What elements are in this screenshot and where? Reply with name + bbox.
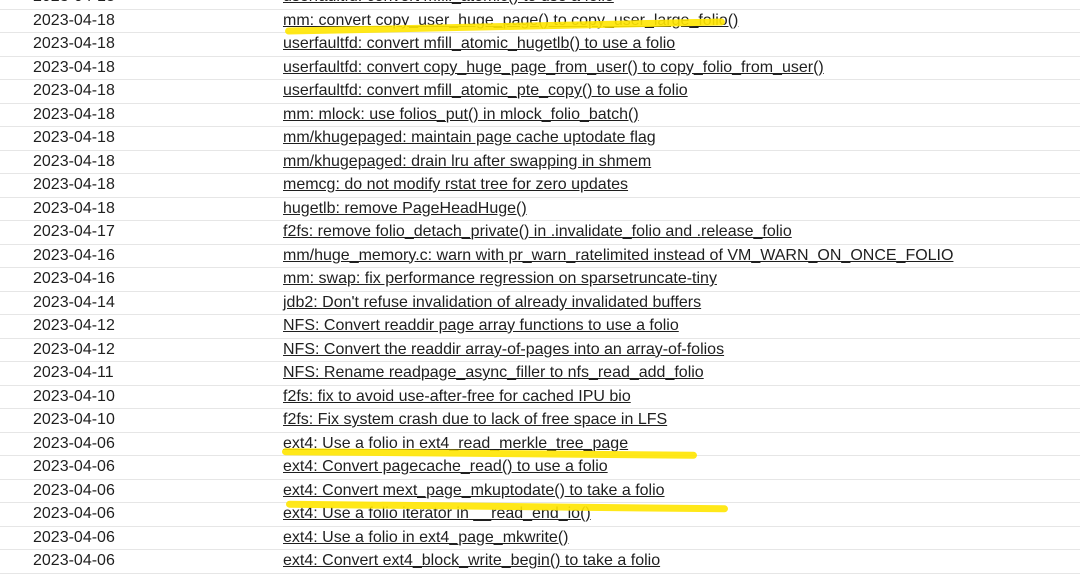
commit-date: 2023-04-18 bbox=[33, 152, 115, 170]
commit-row: 2023-04-06 ext4: Use a folio in ext4_read… bbox=[0, 433, 1080, 456]
commit-subject-link[interactable]: f2fs: remove folio_detach_private() in .… bbox=[283, 223, 792, 241]
commit-subject-link[interactable]: memcg: do not modify rstat tree for zero… bbox=[283, 176, 628, 194]
commit-date: 2023-04-18 bbox=[33, 82, 115, 99]
commit-date: 2023-04-14 bbox=[33, 293, 115, 311]
commit-subject-link[interactable]: mm: swap: fix performance regression on … bbox=[283, 270, 717, 288]
commit-subject-link[interactable]: ext4: Use a folio in ext4_read_merkle_tr… bbox=[283, 435, 628, 453]
commit-row: 2023-04-18 userfaultfd: convert mfill_ato… bbox=[0, 80, 1080, 104]
commit-date: 2023-04-06 bbox=[33, 458, 115, 475]
commit-date: 2023-04-18 bbox=[33, 105, 115, 123]
commit-date: 2023-04-10 bbox=[33, 387, 115, 405]
commit-row: 2023-04-18 userfaultfd: convert mfill_ato… bbox=[0, 0, 1080, 10]
commit-row: 2023-04-10 f2fs: fix to avoid use-after-f… bbox=[0, 386, 1080, 409]
commit-log-table: 2023-04-18 userfaultfd: convert mfill_ato… bbox=[0, 0, 1080, 574]
commit-date: 2023-04-16 bbox=[33, 246, 115, 264]
commit-row: 2023-04-06 ext4: Use a folio in ext4_page… bbox=[0, 527, 1080, 550]
commit-row: 2023-04-12 NFS: Convert readdir page arra… bbox=[0, 315, 1080, 339]
commit-subject-link[interactable]: NFS: Rename readpage_async_filler to nfs… bbox=[283, 364, 704, 382]
commit-row: 2023-04-10 f2fs: Fix system crash due to … bbox=[0, 409, 1080, 433]
commit-date: 2023-04-06 bbox=[33, 434, 115, 452]
commit-date: 2023-04-17 bbox=[33, 223, 115, 240]
commit-row: 2023-04-11 NFS: Rename readpage_async_fil… bbox=[0, 362, 1080, 386]
commit-date: 2023-04-18 bbox=[33, 176, 115, 193]
commit-subject-link[interactable]: userfaultfd: convert mfill_atomic() to u… bbox=[283, 0, 614, 6]
commit-date: 2023-04-16 bbox=[33, 270, 115, 287]
commit-row: 2023-04-18 hugetlb: remove PageHeadHuge() bbox=[0, 198, 1080, 221]
commit-date: 2023-04-11 bbox=[33, 364, 114, 381]
commit-row: 2023-04-16 mm: swap: fix performance regr… bbox=[0, 268, 1080, 292]
commit-date: 2023-04-06 bbox=[33, 481, 115, 499]
commit-subject-link[interactable]: NFS: Convert the readdir array-of-pages … bbox=[283, 341, 724, 359]
commit-subject-link[interactable]: userfaultfd: convert mfill_atomic_pte_co… bbox=[283, 82, 688, 100]
commit-subject-link[interactable]: mm: convert copy_user_huge_page() to cop… bbox=[283, 12, 738, 30]
commit-date: 2023-04-06 bbox=[33, 552, 115, 569]
commit-subject-link[interactable]: mm/khugepaged: drain lru after swapping … bbox=[283, 153, 651, 171]
commit-subject-link[interactable]: f2fs: fix to avoid use-after-free for ca… bbox=[283, 388, 631, 406]
commit-subject-link[interactable]: hugetlb: remove PageHeadHuge() bbox=[283, 200, 527, 218]
commit-subject-link[interactable]: NFS: Convert readdir page array function… bbox=[283, 317, 679, 335]
commit-row: 2023-04-18 memcg: do not modify rstat tre… bbox=[0, 174, 1080, 198]
commit-date: 2023-04-06 bbox=[33, 528, 115, 546]
commit-subject-link[interactable]: userfaultfd: convert copy_huge_page_from… bbox=[283, 59, 824, 77]
commit-date: 2023-04-06 bbox=[33, 505, 115, 522]
commit-date: 2023-04-18 bbox=[33, 35, 115, 52]
commit-date: 2023-04-12 bbox=[33, 317, 115, 334]
commit-subject-link[interactable]: jdb2: Don't refuse invalidation of alrea… bbox=[283, 294, 701, 312]
commit-row: 2023-04-14 jdb2: Don't refuse invalidatio… bbox=[0, 292, 1080, 315]
commit-subject-link[interactable]: mm/huge_memory.c: warn with pr_warn_rate… bbox=[283, 247, 953, 265]
commit-date: 2023-04-12 bbox=[33, 340, 115, 358]
commit-subject-link[interactable]: userfaultfd: convert mfill_atomic_hugetl… bbox=[283, 35, 675, 53]
commit-row: 2023-04-12 NFS: Convert the readdir array… bbox=[0, 339, 1080, 362]
commit-subject-link[interactable]: ext4: Convert mext_page_mkuptodate() to … bbox=[283, 482, 665, 500]
commit-date: 2023-04-18 bbox=[33, 58, 115, 76]
commit-log-rows: 2023-04-18 userfaultfd: convert mfill_ato… bbox=[0, 0, 1080, 574]
commit-subject-link[interactable]: ext4: Convert ext4_block_write_begin() t… bbox=[283, 552, 660, 570]
commit-row: 2023-04-18 userfaultfd: convert copy_huge… bbox=[0, 57, 1080, 80]
commit-row: 2023-04-18 userfaultfd: convert mfill_ato… bbox=[0, 33, 1080, 57]
commit-subject-link[interactable]: ext4: Convert pagecache_read() to use a … bbox=[283, 458, 608, 476]
commit-subject-link[interactable]: ext4: Use a folio in ext4_page_mkwrite() bbox=[283, 529, 568, 547]
commit-date: 2023-04-18 bbox=[33, 129, 115, 146]
commit-row: 2023-04-18 mm/khugepaged: drain lru after… bbox=[0, 151, 1080, 174]
commit-date: 2023-04-10 bbox=[33, 411, 115, 428]
commit-row: 2023-04-06 ext4: Use a folio iterator in … bbox=[0, 503, 1080, 527]
commit-row: 2023-04-06 ext4: Convert mext_page_mkupto… bbox=[0, 480, 1080, 503]
commit-date: 2023-04-18 bbox=[33, 0, 115, 6]
commit-subject-link[interactable]: mm/khugepaged: maintain page cache uptod… bbox=[283, 129, 656, 147]
commit-row: 2023-04-17 f2fs: remove folio_detach_priv… bbox=[0, 221, 1080, 245]
commit-subject-link[interactable]: f2fs: Fix system crash due to lack of fr… bbox=[283, 411, 667, 429]
commit-date: 2023-04-18 bbox=[33, 11, 115, 29]
commit-subject-link[interactable]: ext4: Use a folio iterator in __read_end… bbox=[283, 505, 591, 523]
commit-row: 2023-04-06 ext4: Convert pagecache_read()… bbox=[0, 456, 1080, 480]
commit-row: 2023-04-18 mm/khugepaged: maintain page c… bbox=[0, 127, 1080, 151]
commit-subject-link[interactable]: mm: mlock: use folios_put() in mlock_fol… bbox=[283, 106, 639, 124]
commit-row: 2023-04-18 mm: convert copy_user_huge_pag… bbox=[0, 10, 1080, 33]
commit-row: 2023-04-06 ext4: Convert ext4_block_write… bbox=[0, 550, 1080, 574]
commit-row: 2023-04-18 mm: mlock: use folios_put() in… bbox=[0, 104, 1080, 127]
commit-row: 2023-04-16 mm/huge_memory.c: warn with pr… bbox=[0, 245, 1080, 268]
commit-date: 2023-04-18 bbox=[33, 199, 115, 217]
